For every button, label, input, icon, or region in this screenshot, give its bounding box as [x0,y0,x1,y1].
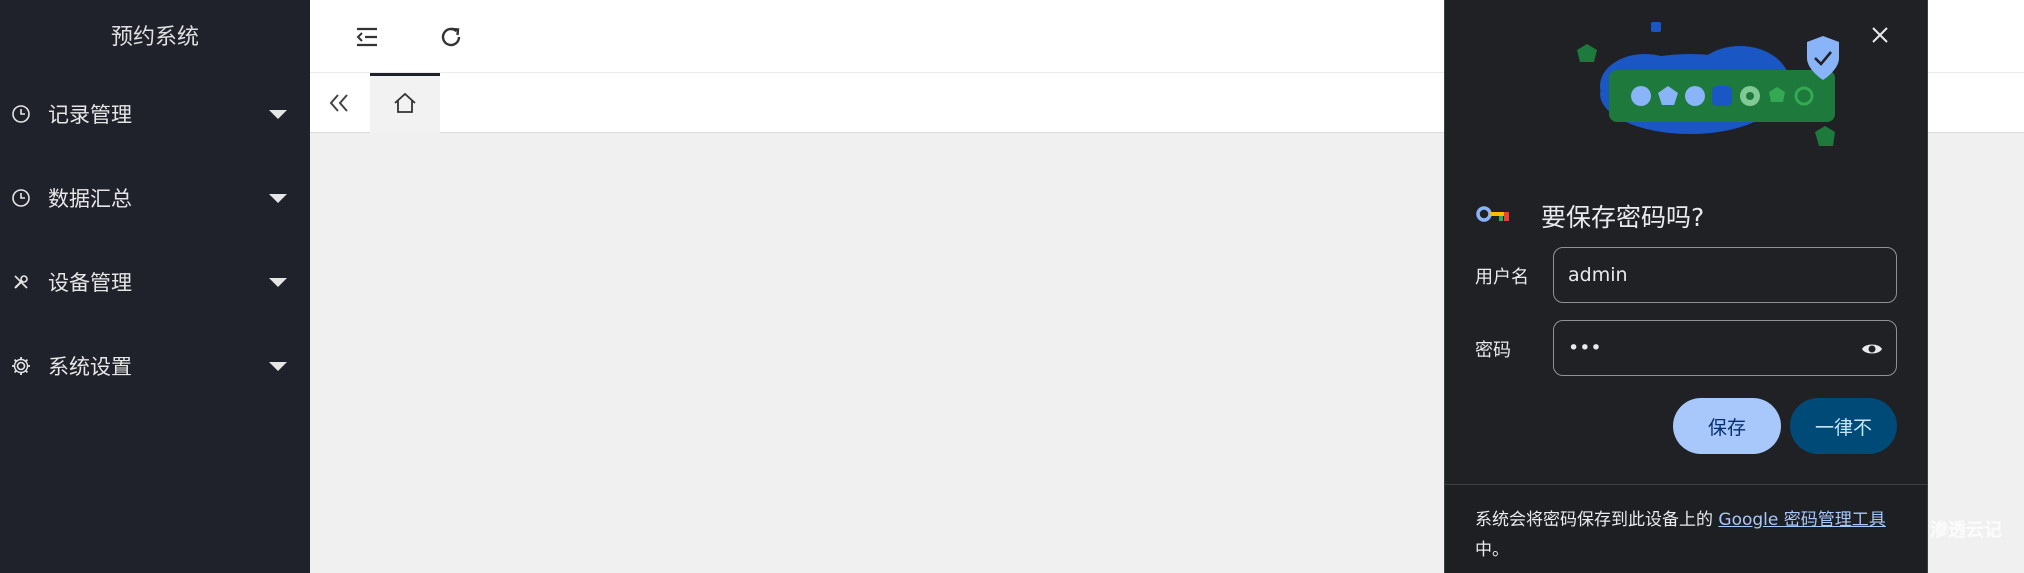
dialog-footer: 系统会将密码保存到此设备上的 Google 密码管理工具中。 [1445,484,1927,573]
password-illustration [1525,14,1868,164]
refresh-icon[interactable] [434,20,468,54]
double-chevron-left-icon[interactable] [322,86,356,120]
footer-end: 中。 [1475,540,1509,560]
caret-down-icon [269,361,287,371]
app-title: 预约系统 [110,25,199,50]
sidebar-item-label: 系统设置 [48,355,132,379]
sidebar-item-data-summary[interactable]: 数据汇总 [0,156,310,240]
sidebar-item-label: 设备管理 [48,271,132,295]
tools-icon [10,271,32,293]
sidebar-item-device-management[interactable]: 设备管理 [0,240,310,324]
home-icon [392,90,418,120]
save-button[interactable]: 保存 [1673,398,1781,454]
footer-text: 系统会将密码保存到此设备上的 [1475,510,1719,530]
password-field[interactable]: ••• [1553,320,1897,376]
username-field[interactable]: admin [1553,247,1897,303]
password-value: ••• [1568,337,1602,359]
password-label: 密码 [1475,340,1511,361]
username-value: admin [1568,264,1628,286]
never-button[interactable]: 一律不 [1790,398,1897,454]
username-label: 用户名 [1475,267,1529,288]
gear-icon [10,355,32,377]
sidebar: 预约系统 记录管理 数据汇总 设备管理 系统设置 [0,0,310,573]
sidebar-item-label: 记录管理 [48,103,132,127]
close-icon[interactable] [1865,20,1895,50]
tab-home[interactable] [370,73,440,133]
dialog-title: 要保存密码吗? [1541,203,1705,232]
caret-down-icon [269,277,287,287]
caret-down-icon [269,193,287,203]
eye-icon[interactable] [1860,337,1884,361]
save-password-dialog: 要保存密码吗? 用户名 admin 密码 ••• 保存 一律不 系统会将密码保存… [1444,0,1928,573]
sidebar-item-records[interactable]: 记录管理 [0,72,310,156]
password-manager-link[interactable]: Google 密码管理工具 [1718,510,1885,530]
clock-icon [10,187,32,209]
key-icon [1475,203,1511,229]
dialog-header: 要保存密码吗? [1475,198,1704,234]
watermark: 渗透云记 [1930,520,2002,541]
sidebar-item-system-settings[interactable]: 系统设置 [0,324,310,408]
caret-down-icon [269,109,287,119]
menu-fold-icon[interactable] [350,20,384,54]
sidebar-item-label: 数据汇总 [48,187,132,211]
clock-icon [10,103,32,125]
